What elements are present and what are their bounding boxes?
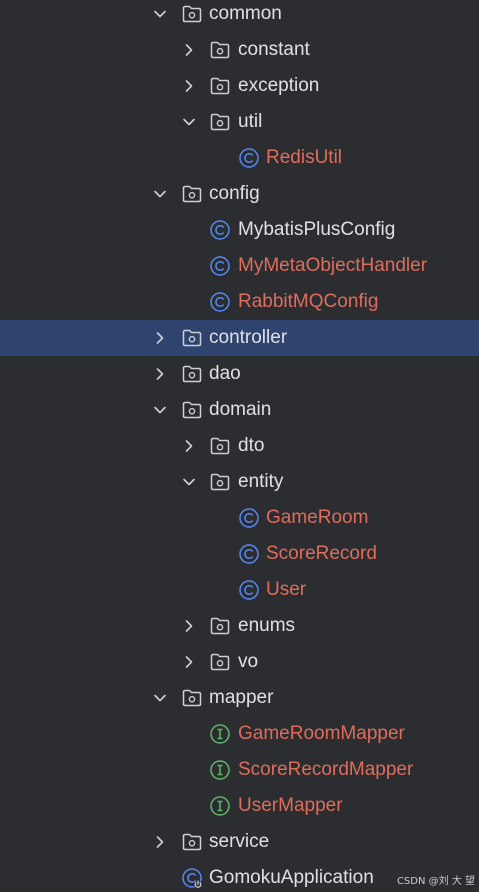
tree-item-controller[interactable]: controller bbox=[0, 320, 479, 356]
chevron-down-icon[interactable] bbox=[152, 186, 168, 202]
tree-item-dto[interactable]: dto bbox=[0, 428, 479, 464]
chevron-right-icon[interactable] bbox=[152, 834, 168, 850]
tree-item-entity[interactable]: entity bbox=[0, 464, 479, 500]
tree-item-label: GomokuApplication bbox=[209, 867, 374, 888]
class-icon bbox=[238, 543, 260, 565]
chevron-right-icon[interactable] bbox=[181, 654, 197, 670]
package-folder-icon bbox=[181, 363, 203, 385]
class-icon bbox=[209, 255, 231, 277]
tree-item-config[interactable]: config bbox=[0, 176, 479, 212]
tree-item-label: dto bbox=[238, 435, 265, 456]
tree-item-label: MybatisPlusConfig bbox=[238, 219, 396, 240]
tree-item-mapper[interactable]: mapper bbox=[0, 680, 479, 716]
tree-item-label: util bbox=[238, 111, 263, 132]
tree-item-label: RabbitMQConfig bbox=[238, 291, 379, 312]
chevron-right-icon[interactable] bbox=[181, 438, 197, 454]
tree-item-label: enums bbox=[238, 615, 296, 636]
chevron-right-icon[interactable] bbox=[152, 330, 168, 346]
watermark: CSDN @刘 大 望 bbox=[396, 876, 475, 887]
tree-item-score-record-mapper[interactable]: ScoreRecordMapper bbox=[0, 752, 479, 788]
class-icon bbox=[238, 507, 260, 529]
chevron-down-icon[interactable] bbox=[152, 6, 168, 22]
tree-item-label: mapper bbox=[209, 687, 274, 708]
tree-item-redis-util[interactable]: RedisUtil bbox=[0, 140, 479, 176]
tree-item-label: common bbox=[209, 3, 282, 24]
package-folder-icon bbox=[209, 471, 231, 493]
package-folder-icon bbox=[181, 831, 203, 853]
tree-item-score-record[interactable]: ScoreRecord bbox=[0, 536, 479, 572]
tree-item-domain[interactable]: domain bbox=[0, 392, 479, 428]
class-icon bbox=[238, 579, 260, 601]
tree-item-label: service bbox=[209, 831, 270, 852]
tree-item-label: config bbox=[209, 183, 260, 204]
package-folder-icon bbox=[209, 111, 231, 133]
tree-item-util[interactable]: util bbox=[0, 104, 479, 140]
tree-item-label: MyMetaObjectHandler bbox=[238, 255, 428, 276]
spring-boot-class-icon bbox=[181, 867, 203, 889]
tree-item-label: entity bbox=[238, 471, 284, 492]
tree-item-label: RedisUtil bbox=[266, 147, 343, 168]
tree-item-label: domain bbox=[209, 399, 272, 420]
tree-item-label: constant bbox=[238, 39, 310, 60]
package-folder-icon bbox=[181, 687, 203, 709]
package-folder-icon bbox=[181, 183, 203, 205]
tree-item-mybatis-plus-config[interactable]: MybatisPlusConfig bbox=[0, 212, 479, 248]
tree-item-label: GameRoom bbox=[266, 507, 369, 528]
package-folder-icon bbox=[181, 3, 203, 25]
interface-icon bbox=[209, 723, 231, 745]
package-folder-icon bbox=[181, 327, 203, 349]
tree-item-rabbit-mq-config[interactable]: RabbitMQConfig bbox=[0, 284, 479, 320]
tree-item-label: vo bbox=[238, 651, 259, 672]
chevron-down-icon[interactable] bbox=[152, 402, 168, 418]
tree-item-my-meta-object-handler[interactable]: MyMetaObjectHandler bbox=[0, 248, 479, 284]
tree-item-label: ScoreRecordMapper bbox=[238, 759, 414, 780]
chevron-right-icon[interactable] bbox=[181, 78, 197, 94]
package-folder-icon bbox=[209, 39, 231, 61]
tree-item-label: controller bbox=[209, 327, 288, 348]
chevron-down-icon[interactable] bbox=[181, 114, 197, 130]
tree-item-label: GameRoomMapper bbox=[238, 723, 405, 744]
chevron-down-icon[interactable] bbox=[181, 474, 197, 490]
package-folder-icon bbox=[209, 615, 231, 637]
chevron-right-icon[interactable] bbox=[181, 618, 197, 634]
package-folder-icon bbox=[209, 75, 231, 97]
tree-item-service[interactable]: service bbox=[0, 824, 479, 860]
tree-item-label: exception bbox=[238, 75, 320, 96]
tree-item-common[interactable]: common bbox=[0, 0, 479, 32]
tree-item-dao[interactable]: dao bbox=[0, 356, 479, 392]
tree-item-constant[interactable]: constant bbox=[0, 32, 479, 68]
project-tree: common constant exception util RedisUtil conf… bbox=[0, 0, 479, 892]
class-icon bbox=[238, 147, 260, 169]
tree-item-vo[interactable]: vo bbox=[0, 644, 479, 680]
chevron-right-icon[interactable] bbox=[152, 366, 168, 382]
tree-item-user[interactable]: User bbox=[0, 572, 479, 608]
package-folder-icon bbox=[209, 651, 231, 673]
tree-item-game-room[interactable]: GameRoom bbox=[0, 500, 479, 536]
tree-item-label: UserMapper bbox=[238, 795, 343, 816]
tree-item-label: dao bbox=[209, 363, 241, 384]
tree-item-user-mapper[interactable]: UserMapper bbox=[0, 788, 479, 824]
tree-item-label: ScoreRecord bbox=[266, 543, 377, 564]
class-icon bbox=[209, 219, 231, 241]
package-folder-icon bbox=[181, 399, 203, 421]
chevron-right-icon[interactable] bbox=[181, 42, 197, 58]
interface-icon bbox=[209, 759, 231, 781]
tree-item-game-room-mapper[interactable]: GameRoomMapper bbox=[0, 716, 479, 752]
class-icon bbox=[209, 291, 231, 313]
chevron-down-icon[interactable] bbox=[152, 690, 168, 706]
tree-item-exception[interactable]: exception bbox=[0, 68, 479, 104]
package-folder-icon bbox=[209, 435, 231, 457]
tree-item-label: User bbox=[266, 579, 307, 600]
tree-item-enums[interactable]: enums bbox=[0, 608, 479, 644]
interface-icon bbox=[209, 795, 231, 817]
